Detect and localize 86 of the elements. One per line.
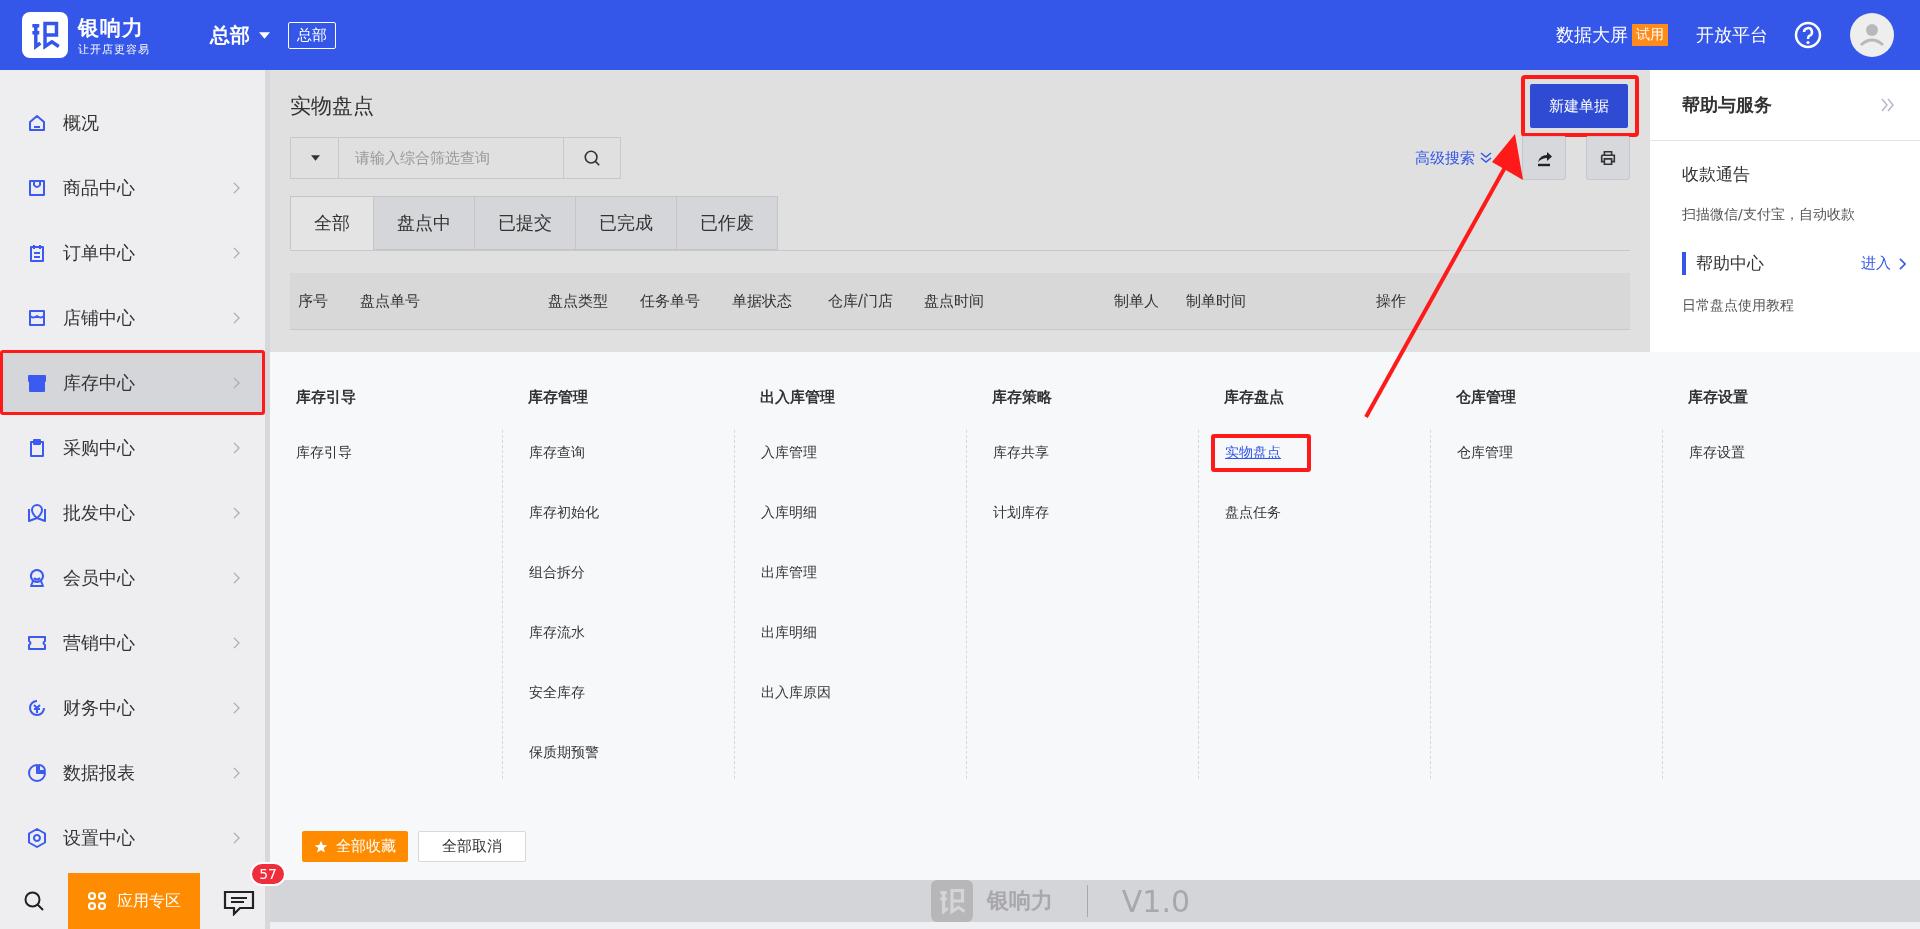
sidebar-item[interactable]: 订单中心 (0, 220, 265, 285)
search-field[interactable]: 请输入综合筛选查询 (290, 137, 564, 179)
help-panel-title: 帮助与服务 (1682, 93, 1772, 117)
message-count-badge: 57 (250, 862, 286, 886)
search-icon (583, 149, 601, 167)
status-tab[interactable]: 全部 (290, 196, 374, 250)
sidebar-item[interactable]: 财务中心 (0, 675, 265, 740)
status-tab[interactable]: 已提交 (474, 196, 576, 250)
menu-item[interactable]: 安全库存 (529, 684, 585, 702)
menu-item[interactable]: 出库明细 (761, 624, 817, 642)
double-chevron-down-icon (1480, 152, 1492, 164)
brand-name: 银响力 (78, 14, 145, 42)
print-icon (1599, 149, 1617, 167)
column-header: 仓库/门店 (828, 291, 895, 311)
column-header: 盘点类型 (548, 291, 609, 311)
menu-group-title: 库存引导 (296, 388, 357, 408)
menu-item[interactable]: 库存初始化 (529, 504, 599, 522)
menu-item[interactable]: 库存共享 (993, 444, 1049, 462)
column-header: 盘点单号 (360, 291, 421, 311)
menu-item[interactable]: 出入库原因 (761, 684, 831, 702)
star-icon (314, 839, 328, 854)
store-tag: 总部 (288, 21, 336, 49)
section-title: 帮助中心 (1696, 252, 1765, 275)
sidebar-item[interactable]: 营销中心 (0, 610, 265, 675)
column-header: 盘点时间 (924, 291, 985, 311)
cancel-all-button[interactable]: 全部取消 (418, 831, 526, 862)
menu-item[interactable]: 保质期预警 (529, 744, 599, 762)
print-button[interactable] (1586, 136, 1630, 180)
help-article-link[interactable]: 日常盘点使用教程 (1682, 297, 1906, 315)
menu-item[interactable]: 库存引导 (296, 444, 352, 462)
column-header: 制单时间 (1186, 291, 1247, 311)
sidebar-item[interactable]: 店铺中心 (0, 285, 265, 350)
notice-text: 扫描微信/支付宝，自动收款 (1682, 206, 1856, 224)
menu-item[interactable]: 库存查询 (529, 444, 585, 462)
menu-item[interactable]: 组合拆分 (529, 564, 585, 582)
menu-item[interactable]: 库存流水 (529, 624, 585, 642)
advanced-search-link[interactable]: 高级搜索 (1415, 148, 1475, 168)
menu-item[interactable]: 实物盘点 (1225, 444, 1281, 462)
menu-item[interactable]: 入库管理 (761, 444, 817, 462)
menu-item[interactable]: 库存设置 (1689, 444, 1745, 462)
menu-group-title: 库存管理 (528, 388, 589, 408)
search-button[interactable] (564, 137, 621, 179)
menu-group-title: 库存设置 (1688, 388, 1749, 408)
menu-group-title: 库存策略 (992, 388, 1053, 408)
menu-item[interactable]: 盘点任务 (1225, 504, 1281, 522)
enter-link[interactable]: 进入 (1861, 254, 1891, 273)
caret-icon (259, 31, 270, 39)
apps-icon (87, 891, 107, 911)
column-header: 序号 (298, 291, 329, 311)
column-header: 操作 (1376, 291, 1407, 311)
page-title: 实物盘点 (290, 93, 374, 120)
status-tab[interactable]: 已完成 (575, 196, 677, 250)
new-document-button[interactable]: 新建单据 (1530, 84, 1628, 128)
menu-group-title: 仓库管理 (1456, 388, 1517, 408)
help-icon[interactable] (1794, 21, 1822, 49)
sidebar-item[interactable]: 批发中心 (0, 480, 265, 545)
column-header: 制单人 (1114, 291, 1160, 311)
logo-icon (22, 12, 68, 58)
sidebar-item[interactable]: 商品中心 (0, 155, 265, 220)
column-header: 任务单号 (640, 291, 701, 311)
header-link[interactable]: 数据大屏 (1556, 23, 1628, 47)
nav-icon (25, 825, 49, 850)
trial-badge: 试用 (1632, 24, 1668, 46)
header-link[interactable]: 开放平台 (1696, 23, 1768, 47)
avatar-icon[interactable] (1850, 13, 1894, 57)
sidebar-item[interactable]: 库存中心 (0, 350, 265, 415)
dropdown-caret-icon (311, 155, 320, 161)
status-tab[interactable]: 盘点中 (373, 196, 475, 250)
search-icon[interactable] (22, 889, 46, 913)
store-dropdown[interactable]: 总部 (210, 21, 270, 49)
sidebar-item[interactable]: 会员中心 (0, 545, 265, 610)
menu-item[interactable]: 出库管理 (761, 564, 817, 582)
chevron-right-icon (1899, 257, 1906, 270)
menu-item[interactable]: 仓库管理 (1457, 444, 1513, 462)
menu-item[interactable]: 入库明细 (761, 504, 817, 522)
status-tab[interactable]: 已作废 (676, 196, 778, 250)
sidebar-item[interactable]: 概况 (0, 90, 265, 155)
brand-slogan: 让开店更容易 (78, 41, 150, 57)
export-button[interactable] (1522, 136, 1566, 180)
menu-group-title: 库存盘点 (1224, 388, 1285, 408)
notice-title: 收款通告 (1682, 163, 1751, 186)
menu-group-title: 出入库管理 (760, 388, 836, 408)
column-header: 单据状态 (732, 291, 793, 311)
sidebar-item[interactable]: 采购中心 (0, 415, 265, 480)
sidebar-item[interactable]: 数据报表 (0, 740, 265, 805)
menu-item[interactable]: 计划库存 (993, 504, 1049, 522)
